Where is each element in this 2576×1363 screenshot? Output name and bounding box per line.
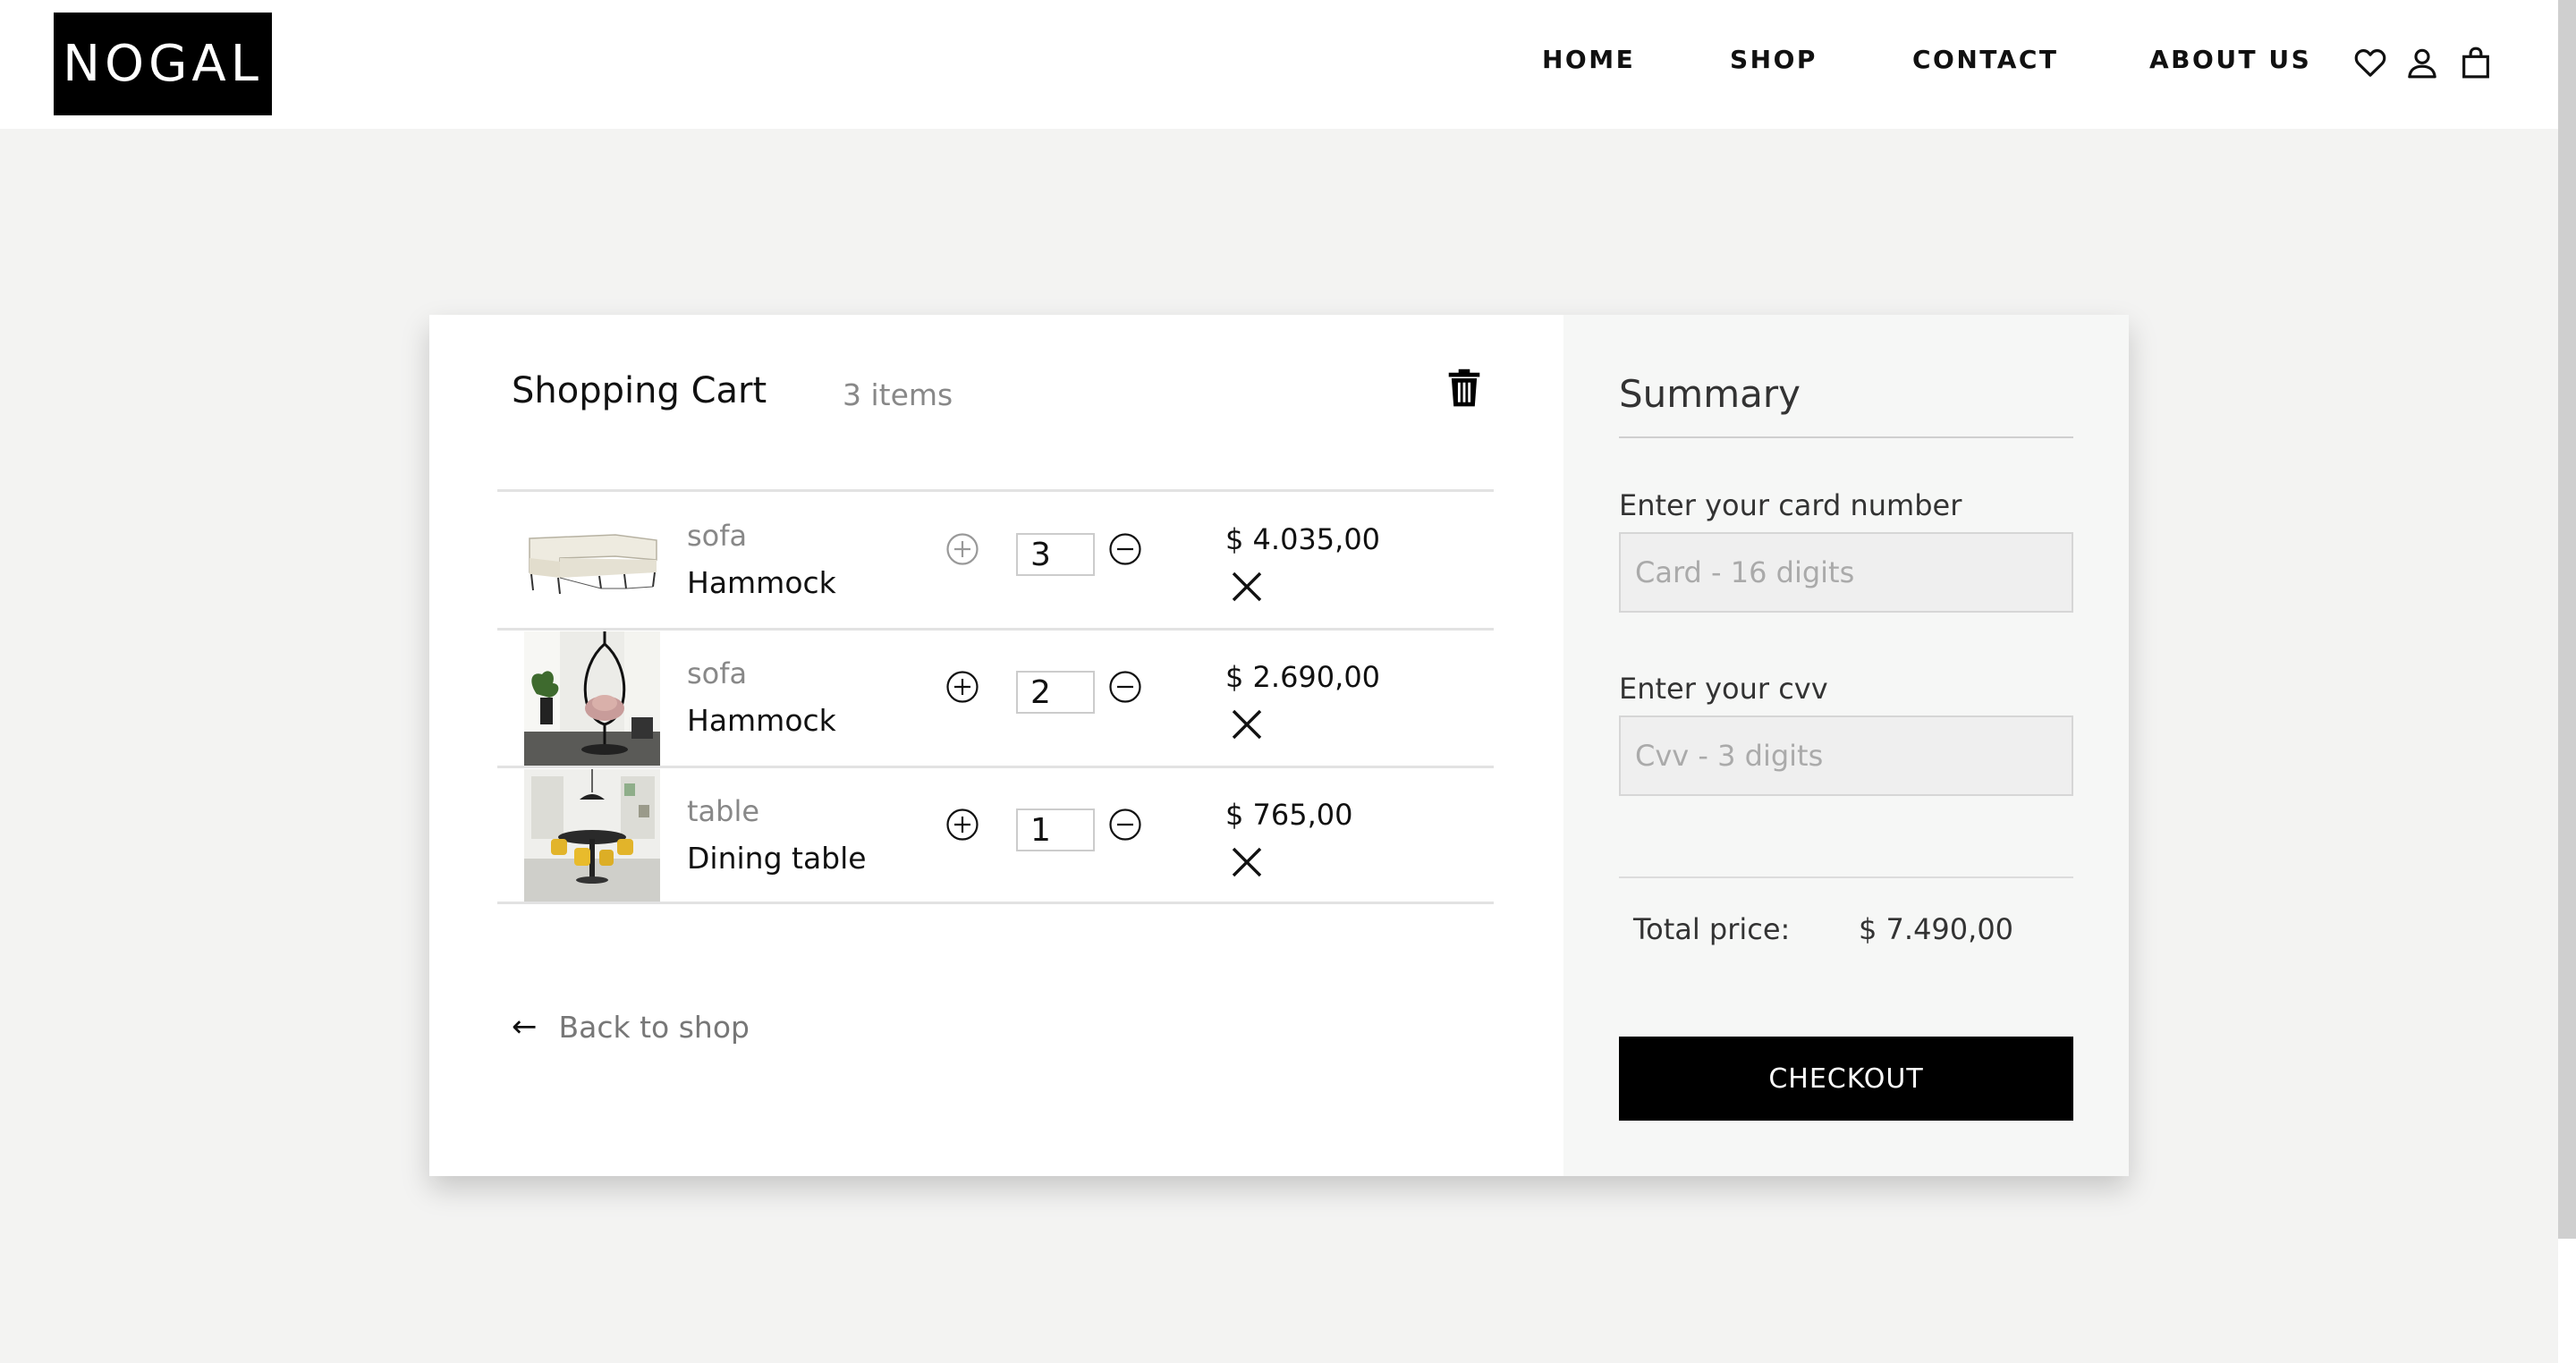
- logo[interactable]: NOGAL: [54, 13, 272, 115]
- quantity-input[interactable]: [1016, 533, 1095, 576]
- arrow-left-icon: ←: [512, 1009, 538, 1045]
- item-category: sofa: [687, 656, 748, 690]
- site-header: NOGAL HOME SHOP CONTACT ABOUT US: [0, 0, 2558, 129]
- item-price: $ 2.690,00: [1225, 660, 1381, 694]
- summary-panel: Summary Enter your card number Enter you…: [1563, 315, 2129, 1176]
- product-image-sofa[interactable]: [524, 494, 660, 628]
- close-icon[interactable]: [1229, 569, 1265, 605]
- nav-contact[interactable]: CONTACT: [1912, 45, 2059, 74]
- card-number-input[interactable]: [1619, 532, 2073, 613]
- plus-icon[interactable]: [945, 531, 980, 567]
- trash-icon[interactable]: [1447, 368, 1481, 408]
- close-icon[interactable]: [1229, 707, 1265, 742]
- user-icon[interactable]: [2404, 43, 2440, 82]
- cart-item: sofa Hammock $ 2.690,00: [497, 630, 1494, 766]
- heart-icon[interactable]: [2352, 43, 2388, 82]
- summary-title: Summary: [1619, 372, 1801, 416]
- item-name: Dining table: [687, 841, 867, 876]
- minus-icon[interactable]: [1107, 807, 1143, 842]
- checkout-button[interactable]: CHECKOUT: [1619, 1037, 2073, 1121]
- cart-item-count: 3 items: [843, 377, 953, 412]
- cart-card: Shopping Cart 3 items sofa Hammock 3 $ 4…: [429, 315, 2129, 1176]
- bag-icon[interactable]: [2458, 43, 2494, 82]
- item-category: table: [687, 794, 760, 828]
- cart-title: Shopping Cart: [512, 370, 767, 411]
- quantity-input[interactable]: [1016, 808, 1095, 851]
- cvv-input[interactable]: [1619, 715, 2073, 796]
- plus-icon[interactable]: [945, 807, 980, 842]
- nav-home[interactable]: HOME: [1542, 45, 1635, 74]
- divider: [1619, 876, 2073, 878]
- item-category: sofa: [687, 519, 748, 553]
- close-icon[interactable]: [1229, 844, 1265, 880]
- quantity-input[interactable]: [1016, 671, 1095, 714]
- divider: [1619, 436, 2073, 438]
- cart-item: sofa Hammock $ 4.035,00: [497, 492, 1494, 628]
- card-number-label: Enter your card number: [1619, 488, 1962, 522]
- item-name: Hammock: [687, 565, 836, 600]
- back-to-shop-link[interactable]: ← Back to shop: [512, 1009, 750, 1045]
- scrollbar-thumb[interactable]: [2558, 0, 2576, 1239]
- minus-icon[interactable]: [1107, 531, 1143, 567]
- total-price-value: $ 7.490,00: [1859, 912, 2014, 946]
- cvv-label: Enter your cvv: [1619, 672, 1828, 706]
- cart-item: table Dining table $ 765,00: [497, 767, 1494, 903]
- nav-shop[interactable]: SHOP: [1730, 45, 1818, 74]
- product-image-table[interactable]: [524, 769, 660, 903]
- minus-icon[interactable]: [1107, 669, 1143, 705]
- divider: [497, 902, 1494, 904]
- nav-about-us[interactable]: ABOUT US: [2149, 45, 2311, 74]
- back-to-shop-label: Back to shop: [558, 1009, 750, 1045]
- item-name: Hammock: [687, 703, 836, 738]
- total-price-label: Total price:: [1633, 912, 1791, 946]
- plus-icon[interactable]: [945, 669, 980, 705]
- scrollbar[interactable]: [2558, 0, 2576, 1363]
- product-image-hammock[interactable]: [524, 631, 660, 766]
- item-price: $ 765,00: [1225, 798, 1353, 832]
- item-price: $ 4.035,00: [1225, 522, 1381, 556]
